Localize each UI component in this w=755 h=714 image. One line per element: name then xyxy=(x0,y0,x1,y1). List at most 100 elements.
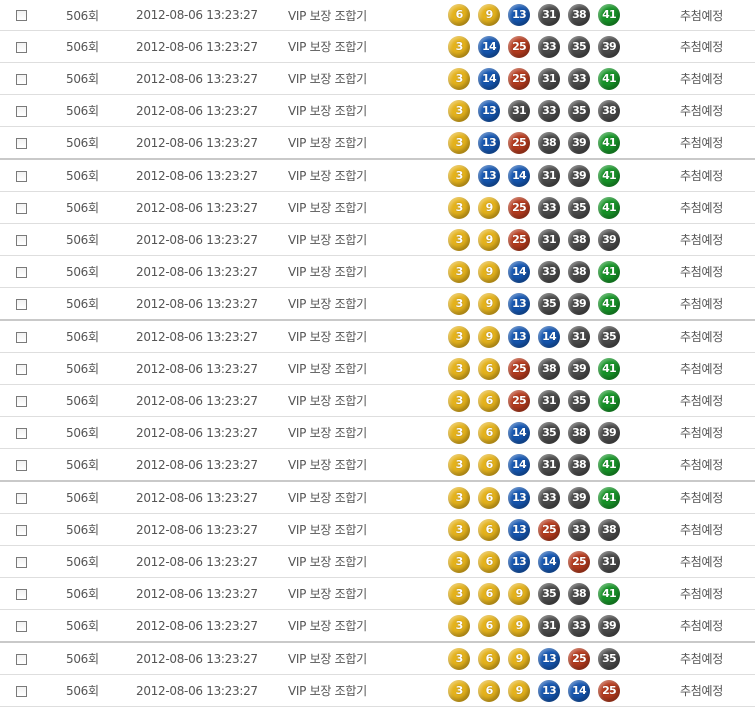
lotto-balls: 3 6 9 31 33 39 xyxy=(448,614,680,637)
table-row: 506회 2012-08-06 13:23:27 VIP 보장 조합기 3 6 25… xyxy=(0,352,755,385)
row-checkbox[interactable] xyxy=(16,556,27,568)
row-checkbox[interactable] xyxy=(16,427,27,439)
lotto-ball: 9 xyxy=(478,228,500,251)
row-checkbox[interactable] xyxy=(16,105,27,117)
lotto-ball: 41 xyxy=(598,389,620,412)
row-checkbox[interactable] xyxy=(16,41,27,53)
lotto-ball: 25 xyxy=(508,35,530,58)
lotto-ball: 39 xyxy=(598,614,620,637)
lotto-ball: 13 xyxy=(478,99,500,122)
status-cell: 추첨예정 xyxy=(680,513,755,546)
lotto-ball: 3 xyxy=(448,421,470,444)
lotto-ball: 9 xyxy=(478,260,500,283)
row-checkbox[interactable] xyxy=(16,620,27,632)
date-cell: 2012-08-06 13:23:27 xyxy=(136,416,288,449)
row-checkbox[interactable] xyxy=(16,73,27,85)
lotto-ball: 6 xyxy=(478,614,500,637)
numbers-cell: 3 6 9 13 25 35 xyxy=(448,642,680,675)
lotto-ball: 35 xyxy=(598,647,620,670)
lotto-ball: 25 xyxy=(508,357,530,380)
lotto-ball: 14 xyxy=(508,421,530,444)
row-checkbox[interactable] xyxy=(16,202,27,214)
round-cell: 506회 xyxy=(66,320,136,353)
row-checkbox[interactable] xyxy=(16,685,27,697)
numbers-cell: 6 9 13 31 38 41 xyxy=(448,0,680,31)
lotto-ball: 6 xyxy=(478,389,500,412)
table-row: 506회 2012-08-06 13:23:27 VIP 보장 조합기 3 13 1… xyxy=(0,159,755,192)
lotto-balls: 3 6 13 14 25 31 xyxy=(448,550,680,573)
row-checkbox[interactable] xyxy=(16,10,27,21)
date-cell: 2012-08-06 13:23:27 xyxy=(136,159,288,192)
table-row: 506회 2012-08-06 13:23:27 VIP 보장 조합기 3 6 13… xyxy=(0,545,755,578)
lotto-ball: 13 xyxy=(508,292,530,315)
lotto-ball: 3 xyxy=(448,99,470,122)
row-checkbox[interactable] xyxy=(16,459,27,471)
lotto-balls: 3 6 13 33 39 41 xyxy=(448,486,680,509)
lotto-balls: 3 9 13 14 31 35 xyxy=(448,325,680,348)
lotto-ball: 9 xyxy=(478,325,500,348)
row-checkbox[interactable] xyxy=(16,363,27,375)
row-checkbox[interactable] xyxy=(16,588,27,600)
row-checkbox[interactable] xyxy=(16,331,27,343)
combo-type-cell: VIP 보장 조합기 xyxy=(288,448,448,482)
row-checkbox[interactable] xyxy=(16,266,27,278)
lotto-ball: 6 xyxy=(478,582,500,605)
lotto-ball: 9 xyxy=(478,4,500,26)
lotto-ball: 6 xyxy=(448,4,470,26)
row-checkbox-cell xyxy=(0,0,66,31)
status-cell: 추첨예정 xyxy=(680,642,755,675)
lotto-balls: 3 13 31 33 35 38 xyxy=(448,99,680,122)
lotto-ball: 3 xyxy=(448,228,470,251)
round-cell: 506회 xyxy=(66,513,136,546)
status-cell: 추첨예정 xyxy=(680,30,755,63)
row-checkbox[interactable] xyxy=(16,234,27,246)
lotto-ball: 3 xyxy=(448,260,470,283)
row-checkbox[interactable] xyxy=(16,395,27,407)
lotto-ball: 31 xyxy=(538,228,560,251)
table-row: 506회 2012-08-06 13:23:27 VIP 보장 조합기 3691… xyxy=(0,674,755,707)
numbers-cell: 3 6 14 31 38 41 xyxy=(448,448,680,482)
row-checkbox[interactable] xyxy=(16,653,27,665)
lotto-ball: 35 xyxy=(538,421,560,444)
lotto-ball: 38 xyxy=(568,453,590,476)
lotto-ball: 6 xyxy=(478,550,500,573)
combo-type-cell: VIP 보장 조합기 xyxy=(288,545,448,578)
combo-type-cell: VIP 보장 조합기 xyxy=(288,159,448,192)
row-checkbox-cell xyxy=(0,577,66,610)
lotto-ball: 14 xyxy=(508,260,530,283)
lotto-ball: 41 xyxy=(598,131,620,154)
lotto-ball: 25 xyxy=(508,389,530,412)
status-cell: 추첨예정 xyxy=(680,62,755,95)
row-checkbox-cell xyxy=(0,513,66,546)
lotto-ball: 25 xyxy=(568,550,590,573)
lotto-ball: 9 xyxy=(478,196,500,219)
combo-type-cell: VIP 보장 조합기 xyxy=(288,223,448,256)
lotto-ball: 38 xyxy=(598,518,620,541)
row-checkbox-cell xyxy=(0,287,66,321)
lotto-ball: 41 xyxy=(598,453,620,476)
row-checkbox[interactable] xyxy=(16,170,27,182)
lotto-balls: 3 9 25 33 35 41 xyxy=(448,196,680,219)
row-checkbox-cell xyxy=(0,62,66,95)
lotto-ball: 3 xyxy=(448,67,470,90)
round-cell: 506회 xyxy=(66,384,136,417)
round-cell: 506회 xyxy=(66,94,136,127)
row-checkbox[interactable] xyxy=(16,524,27,536)
combo-type-cell: VIP 보장 조합기 xyxy=(288,352,448,385)
round-cell: 506회 xyxy=(66,416,136,449)
combo-type-cell: VIP 보장 조합기 xyxy=(288,384,448,417)
table-row: 506회 2012-08-06 13:23:27 VIP 보장 조합기 3 9 13… xyxy=(0,287,755,321)
row-checkbox[interactable] xyxy=(16,298,27,310)
lotto-ball: 35 xyxy=(568,389,590,412)
numbers-cell: 3 9 25 33 35 41 xyxy=(448,191,680,224)
lotto-ball: 41 xyxy=(598,582,620,605)
row-checkbox[interactable] xyxy=(16,492,27,504)
row-checkbox-cell xyxy=(0,448,66,482)
row-checkbox-cell xyxy=(0,384,66,417)
row-checkbox-cell xyxy=(0,416,66,449)
row-checkbox[interactable] xyxy=(16,137,27,149)
lotto-ball: 39 xyxy=(598,421,620,444)
lotto-ball: 33 xyxy=(538,486,560,509)
lotto-balls: 3 6 9 13 25 35 xyxy=(448,647,680,670)
status-cell: 추첨예정 xyxy=(680,159,755,192)
